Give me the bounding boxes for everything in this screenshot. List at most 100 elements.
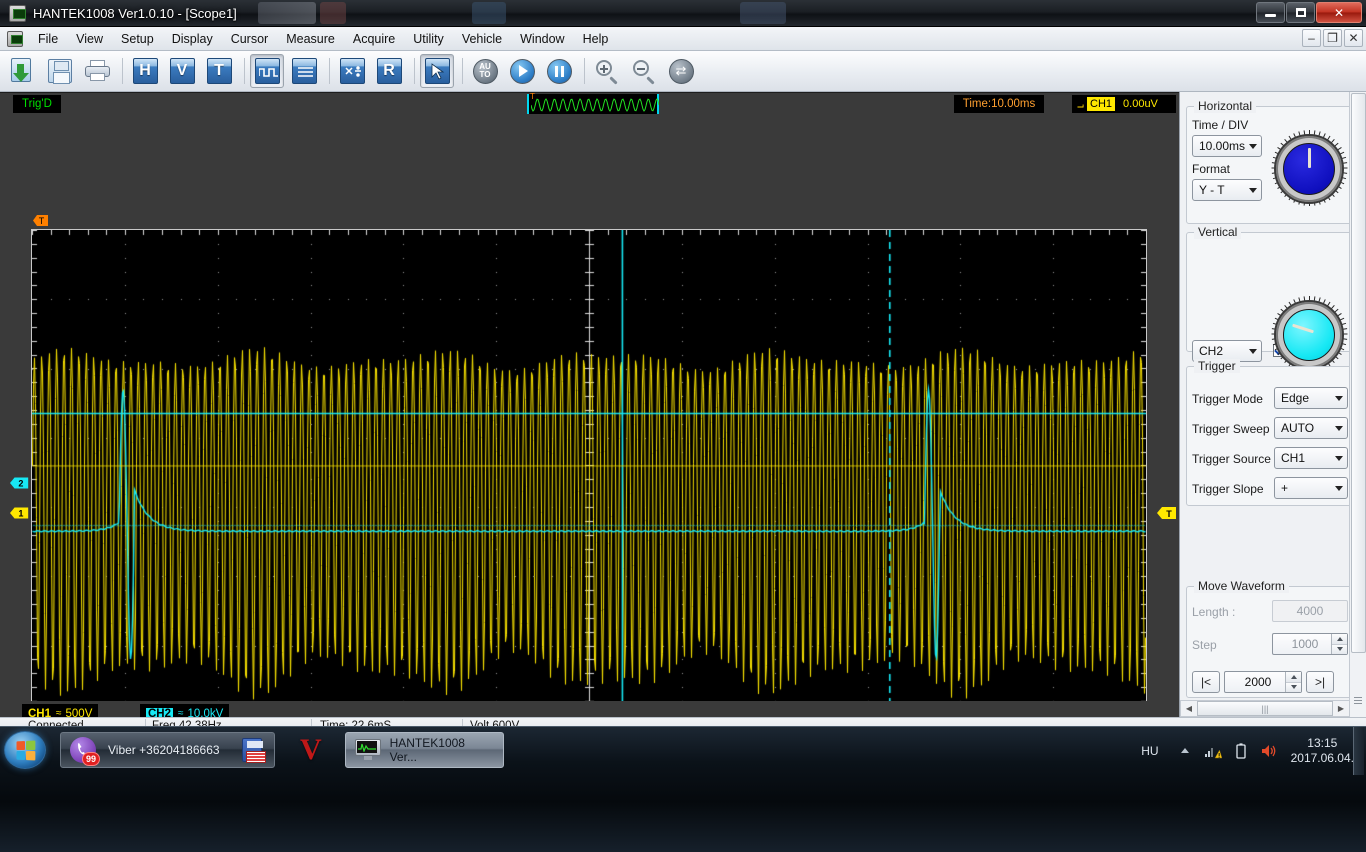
menu-item-view[interactable]: View <box>67 29 112 49</box>
horizontal-group-label: Horizontal <box>1194 99 1257 113</box>
save-icon <box>48 59 72 84</box>
volts-div-knob[interactable] <box>1271 296 1348 372</box>
trigger-source-combo[interactable]: CH1 <box>1274 447 1348 469</box>
vscroll-grip <box>1354 697 1362 704</box>
windows-logo-icon <box>16 740 36 761</box>
channel-marker-ch2[interactable]: 2 <box>10 475 30 490</box>
menu-item-setup[interactable]: Setup <box>112 29 163 49</box>
horizontal-button[interactable]: H <box>128 54 162 88</box>
time-div-value: 10.00ms <box>1199 139 1246 153</box>
spinner-down-button[interactable] <box>1286 682 1301 692</box>
window-title: HANTEK1008 Ver1.0.10 - [Scope1] <box>33 6 237 21</box>
scroll-right-arrow[interactable]: ▶ <box>1333 701 1349 716</box>
mdi-minimize-button[interactable]: – <box>1302 29 1321 47</box>
clock-date: 2017.06.04. <box>1290 751 1354 765</box>
vertical-button[interactable]: V <box>165 54 199 88</box>
cursor-select-button[interactable] <box>420 54 454 88</box>
trigger-button[interactable]: T <box>202 54 236 88</box>
mdi-restore-button[interactable]: ❐ <box>1323 29 1342 47</box>
mdi-window-buttons: – ❐ ✕ <box>1300 29 1363 47</box>
swap-button[interactable]: ⇄ <box>664 54 698 88</box>
print-icon <box>84 60 110 82</box>
waveform-minimap[interactable]: T <box>527 93 659 114</box>
menu-item-vehicle[interactable]: Vehicle <box>453 29 511 49</box>
menu-item-display[interactable]: Display <box>163 29 222 49</box>
panel-hscrollbar[interactable]: ◀ ||| ▶ <box>1180 700 1350 717</box>
time-div-combo[interactable]: 10.00ms <box>1192 135 1262 157</box>
zoom-out-icon <box>632 59 656 85</box>
show-desktop-button[interactable] <box>1353 727 1364 775</box>
battery-icon[interactable] <box>1232 742 1250 760</box>
goto-last-button[interactable]: >| <box>1306 671 1334 693</box>
toolbar-separator <box>122 58 123 84</box>
trigger-sweep-combo[interactable]: AUTO <box>1274 417 1348 439</box>
hscroll-thumb[interactable]: ||| <box>1197 701 1333 716</box>
spinner-buttons[interactable] <box>1331 634 1347 654</box>
zoom-out-button[interactable] <box>627 54 661 88</box>
format-combo[interactable]: Y - T <box>1192 179 1262 201</box>
desktop-blur-artifact <box>320 2 346 24</box>
window-close-button[interactable]: ✕ <box>1316 2 1362 23</box>
desktop-blur-artifact <box>740 2 786 24</box>
trigger-position-marker[interactable]: T <box>33 214 49 227</box>
chevron-down-icon <box>1331 448 1347 468</box>
time-readout: Time:10.00ms <box>954 95 1044 113</box>
toolbar-separator <box>329 58 330 84</box>
chevron-up-icon[interactable] <box>1176 742 1194 760</box>
trigger-mode-value: Edge <box>1281 391 1310 405</box>
step-spinner[interactable]: 1000 <box>1272 633 1348 655</box>
trigger-slope-label: Trigger Slope <box>1192 482 1264 496</box>
mdi-close-button[interactable]: ✕ <box>1344 29 1363 47</box>
trigger-slope-combo[interactable]: + <box>1274 477 1348 499</box>
network-warning-icon[interactable] <box>1204 742 1222 760</box>
chevron-down-icon <box>1245 180 1261 200</box>
run-button[interactable] <box>505 54 539 88</box>
trigger-level-marker[interactable]: T <box>1157 505 1177 520</box>
save-button[interactable] <box>43 54 77 88</box>
position-spinner[interactable]: 2000 <box>1224 671 1302 693</box>
svg-text:T: T <box>39 216 45 226</box>
start-button[interactable] <box>4 731 46 769</box>
mdi-app-icon[interactable] <box>7 30 23 47</box>
spinner-up-button[interactable] <box>1332 634 1347 645</box>
list-button[interactable] <box>287 54 321 88</box>
page-vscrollbar[interactable] <box>1349 92 1366 726</box>
horizontal-icon: H <box>132 58 158 84</box>
menu-item-file[interactable]: File <box>29 29 67 49</box>
print-button[interactable] <box>80 54 114 88</box>
run-icon <box>509 58 535 84</box>
trigger-mode-combo[interactable]: Edge <box>1274 387 1348 409</box>
window-minimize-button[interactable] <box>1256 2 1285 23</box>
clock-time: 13:15 <box>1307 736 1338 750</box>
auto-button[interactable]: AU TO <box>468 54 502 88</box>
waveform-button[interactable] <box>250 54 284 88</box>
goto-first-button[interactable]: |< <box>1192 671 1220 693</box>
time-div-knob[interactable] <box>1271 130 1348 206</box>
menu-item-window[interactable]: Window <box>511 29 573 49</box>
menu-item-measure[interactable]: Measure <box>277 29 344 49</box>
channel-marker-ch1[interactable]: 1 <box>10 505 30 520</box>
open-button[interactable] <box>6 54 40 88</box>
spinner-down-button[interactable] <box>1332 644 1347 654</box>
taskbar-item-hantek[interactable]: HANTEK1008 Ver... <box>345 732 504 768</box>
vscroll-thumb[interactable] <box>1351 93 1366 653</box>
waveform-icon <box>254 58 280 84</box>
zoom-in-button[interactable] <box>590 54 624 88</box>
pause-button[interactable] <box>542 54 576 88</box>
menu-item-utility[interactable]: Utility <box>404 29 453 49</box>
spinner-buttons[interactable] <box>1285 672 1301 692</box>
record-button[interactable]: R <box>372 54 406 88</box>
spinner-up-button[interactable] <box>1286 672 1301 683</box>
menu-item-acquire[interactable]: Acquire <box>344 29 404 49</box>
window-maximize-button[interactable] <box>1286 2 1315 23</box>
taskbar-clock[interactable]: 13:15 2017.06.04. <box>1291 736 1354 766</box>
menu-item-help[interactable]: Help <box>574 29 618 49</box>
scroll-left-arrow[interactable]: ◀ <box>1181 701 1197 716</box>
v-logo-icon: V <box>300 733 322 766</box>
language-indicator[interactable]: HU <box>1141 744 1158 758</box>
taskbar-item-floppy[interactable] <box>232 732 272 768</box>
speaker-icon[interactable] <box>1260 742 1278 760</box>
menu-item-cursor[interactable]: Cursor <box>222 29 278 49</box>
math-button[interactable] <box>335 54 369 88</box>
taskbar-item-vlogo[interactable]: V <box>290 732 338 768</box>
